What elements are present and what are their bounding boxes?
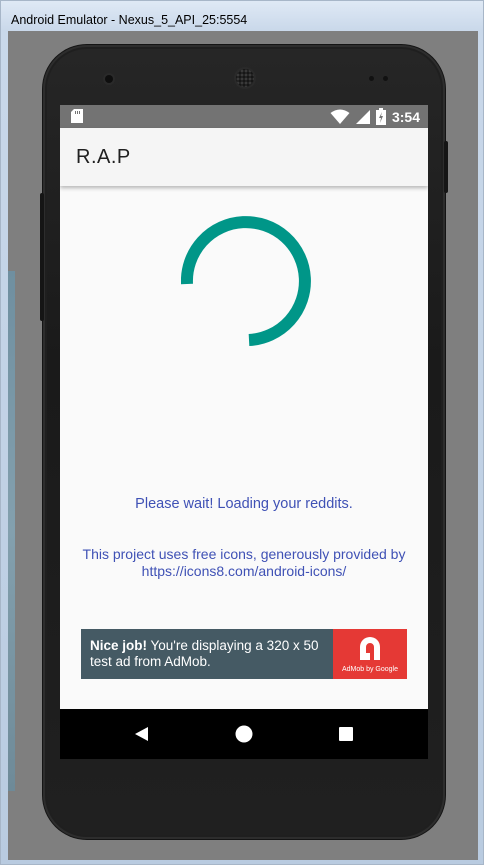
admob-icon — [360, 637, 380, 660]
admob-logo[interactable]: AdMob by Google — [333, 629, 407, 679]
credits-text: This project uses free icons, generously… — [82, 546, 406, 562]
navigation-bar — [60, 709, 428, 759]
ad-text: Nice job! You're displaying a 320 x 50 t… — [90, 638, 330, 670]
loading-spinner-icon — [181, 216, 311, 346]
status-icons: 3:54 — [330, 105, 420, 128]
light-sensor — [383, 76, 388, 81]
app-title: R.A.P — [76, 146, 131, 168]
power-button[interactable] — [444, 141, 448, 193]
app-bar: R.A.P — [60, 128, 428, 186]
home-icon[interactable] — [234, 724, 254, 744]
loading-message: Please wait! Loading your reddits. — [135, 496, 353, 512]
background-strip — [8, 271, 15, 791]
signal-icon — [355, 109, 370, 124]
ad-banner[interactable]: Nice job! You're displaying a 320 x 50 t… — [81, 629, 407, 679]
battery-icon — [375, 108, 386, 125]
wifi-icon — [330, 109, 350, 124]
proximity-sensor — [369, 76, 374, 81]
status-time: 3:54 — [391, 108, 420, 125]
window-titlebar[interactable]: Android Emulator - Nexus_5_API_25:5554 — [1, 1, 484, 31]
status-bar[interactable]: 3:54 — [60, 105, 428, 128]
volume-button[interactable] — [40, 193, 44, 321]
sd-card-icon — [71, 109, 83, 123]
ad-headline: Nice job! — [90, 638, 148, 653]
credits-link[interactable]: https://icons8.com/android-icons/ — [60, 563, 428, 580]
front-camera — [105, 75, 113, 83]
recents-icon[interactable] — [336, 724, 356, 744]
icon-credits: This project uses free icons, generously… — [60, 546, 428, 580]
window-title: Android Emulator - Nexus_5_API_25:5554 — [11, 13, 248, 27]
admob-caption: AdMob by Google — [341, 666, 399, 673]
device-screen: 3:54 R.A.P Please wait! Loading your red… — [60, 105, 428, 759]
emulator-window: Android Emulator - Nexus_5_API_25:5554 3… — [0, 0, 484, 865]
back-icon[interactable] — [132, 724, 152, 744]
earpiece-speaker — [236, 69, 254, 87]
